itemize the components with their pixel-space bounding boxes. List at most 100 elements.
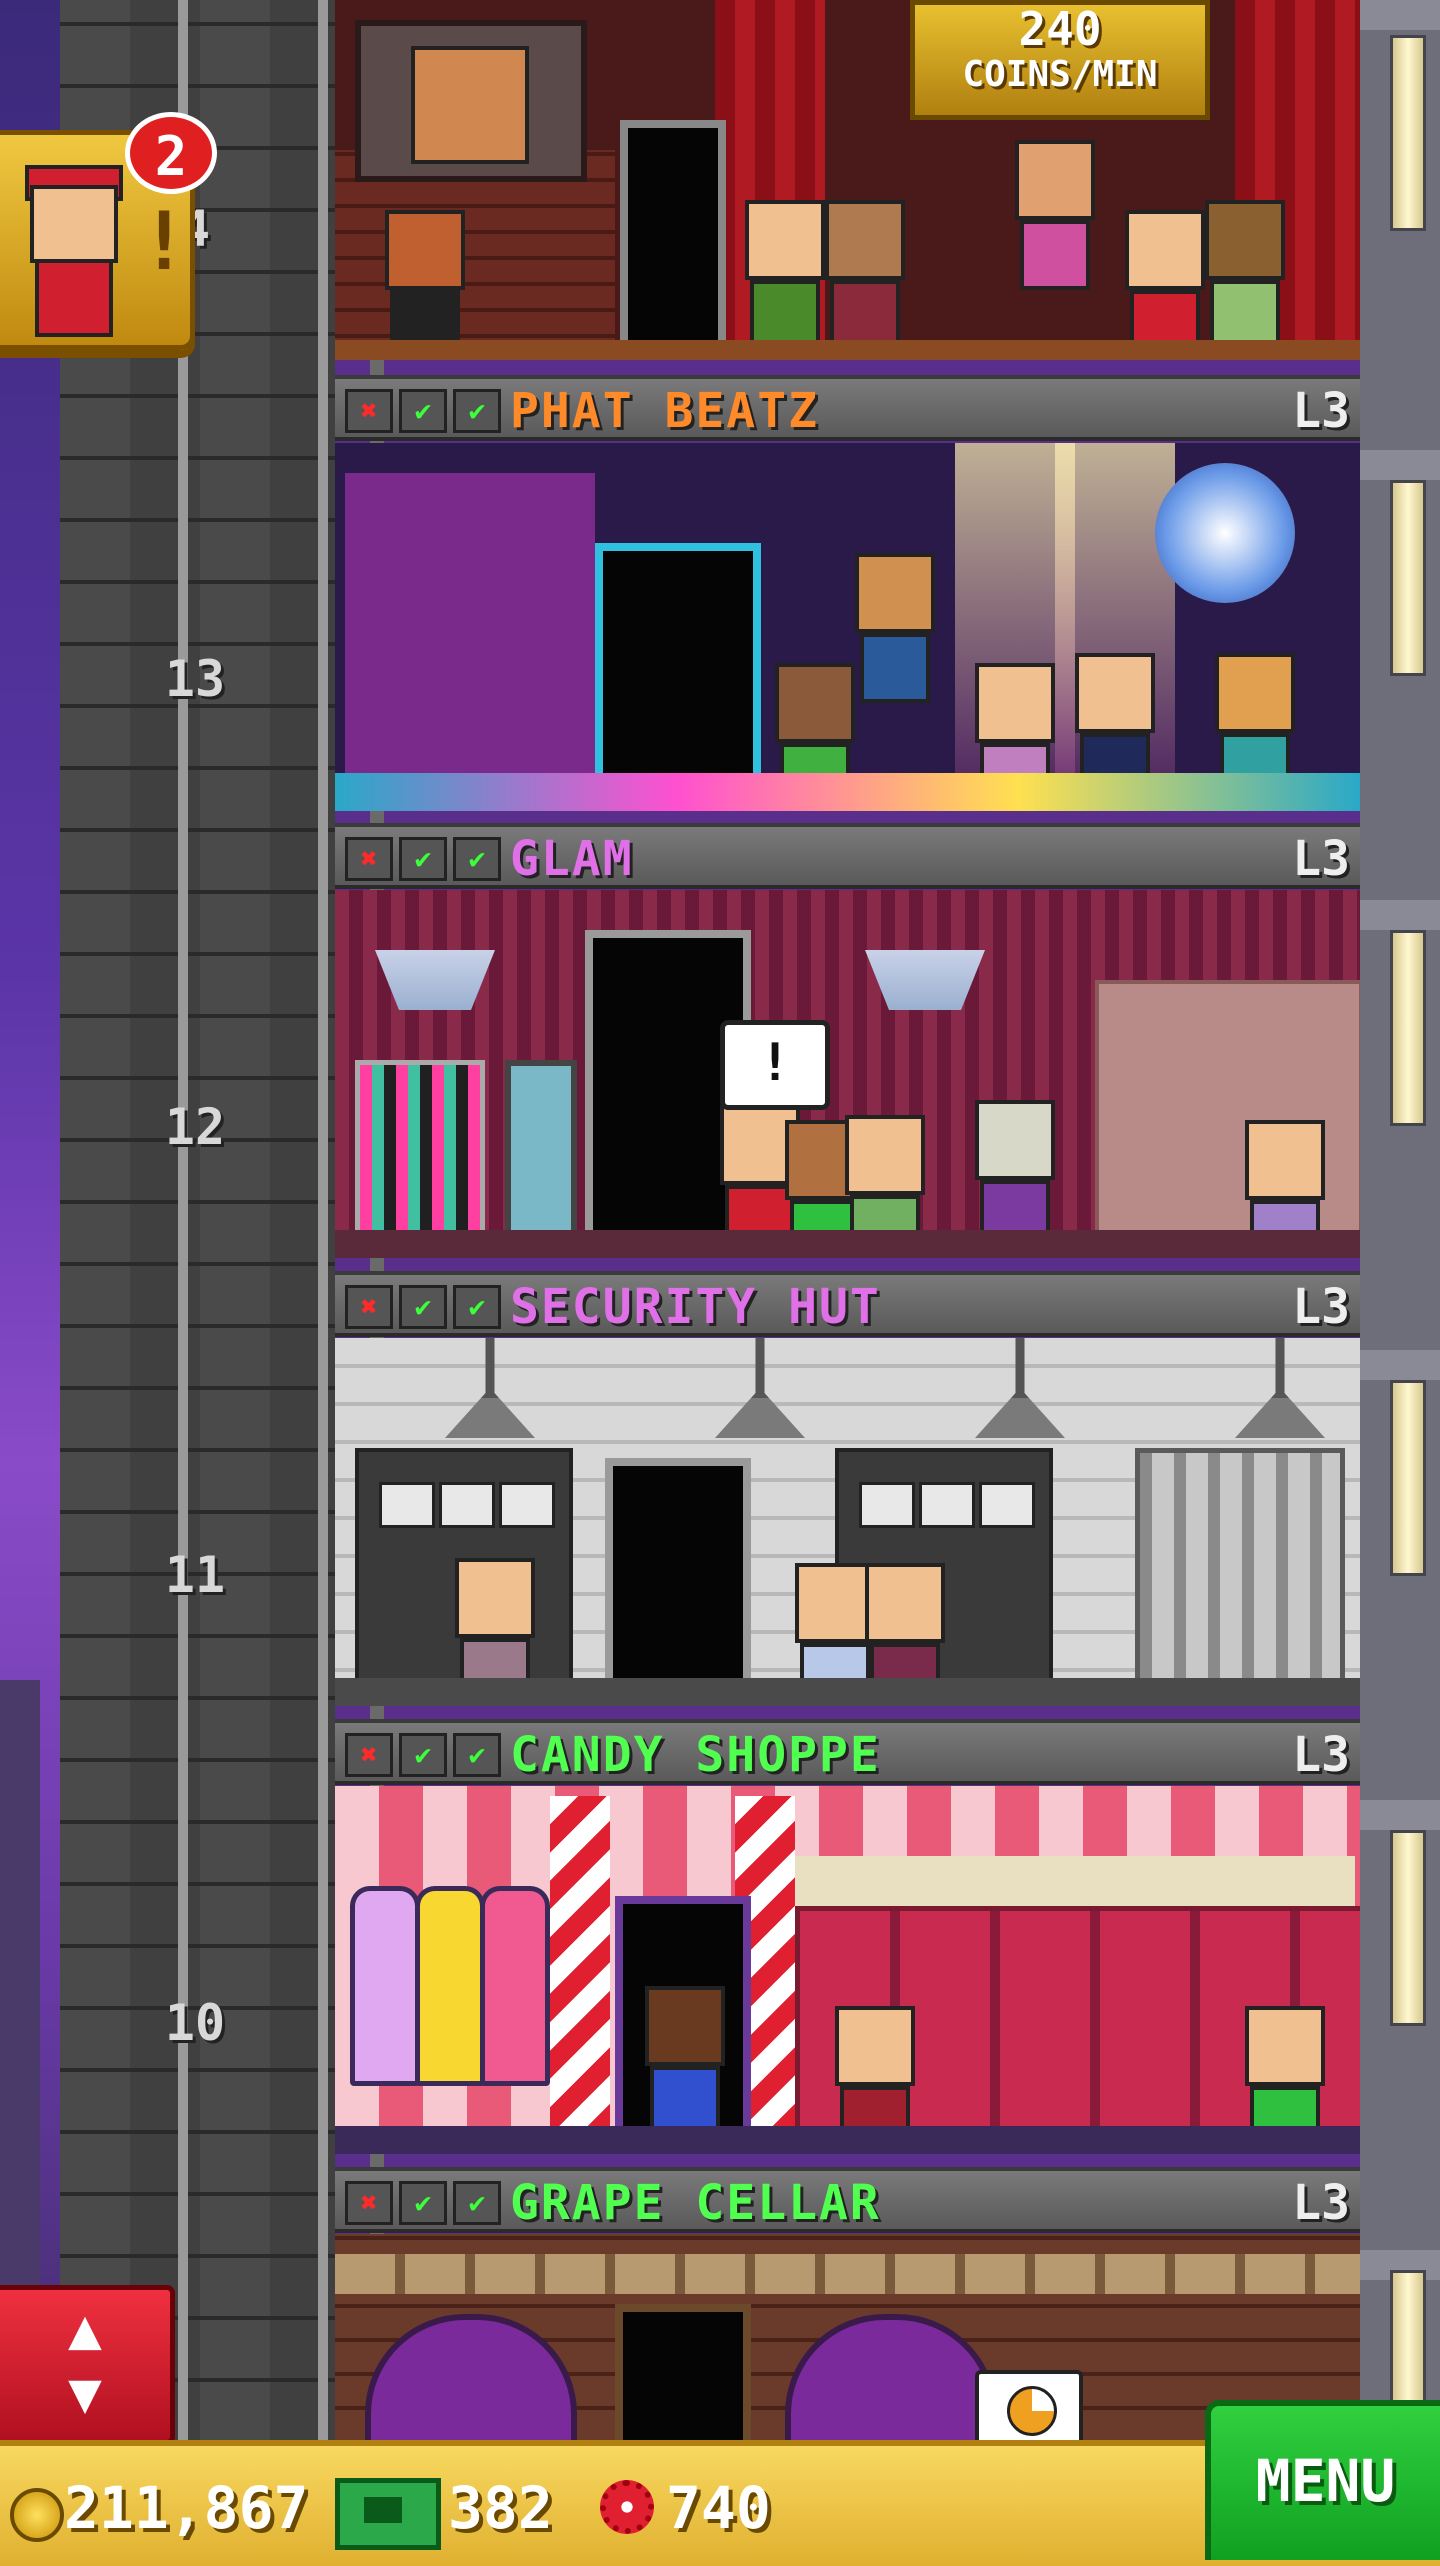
disco-ball [1155, 463, 1295, 603]
out-of-stock-icon: ✖ [345, 2181, 393, 2225]
bitizen[interactable] [825, 200, 905, 350]
tower-bux-count: 382 [448, 2474, 553, 2542]
stock-indicators: ✖ ✔ ✔ [345, 837, 501, 881]
elevator-up-arrow-icon: ▲ [68, 2297, 102, 2362]
floor-level: L3 [1292, 2175, 1350, 2231]
in-stock-icon: ✔ [399, 1285, 447, 1329]
floor-number: 11 [164, 1546, 226, 1604]
room-door [605, 1458, 751, 1694]
floor-name: GLAM [510, 831, 634, 887]
in-stock-icon: ✔ [453, 1733, 501, 1777]
floor-room-candy-shoppe[interactable] [335, 1786, 1360, 2154]
dance-floor [335, 773, 1360, 811]
coins-rate-value: 240 [1018, 2, 1102, 56]
restock-timer-bubble[interactable] [975, 2370, 1083, 2448]
window [1390, 1830, 1426, 2026]
bitizen[interactable] [745, 200, 825, 350]
elevator-down-arrow-icon: ▼ [68, 2361, 102, 2426]
in-stock-icon: ✔ [399, 2181, 447, 2225]
wooden-beam [335, 2254, 1360, 2294]
bitizen[interactable] [1125, 210, 1205, 360]
floor-name: PHAT BEATZ [510, 383, 819, 439]
wall-portrait [355, 20, 587, 182]
ceiling-lamp [445, 1338, 535, 1438]
shaft-rail [318, 0, 328, 2440]
in-stock-icon: ✔ [453, 389, 501, 433]
menu-button[interactable]: MENU [1205, 2400, 1440, 2560]
in-stock-icon: ✔ [453, 837, 501, 881]
stock-indicators: ✖ ✔ ✔ [345, 1285, 501, 1329]
floor-header-security-hut[interactable]: ✖ ✔ ✔ SECURITY HUT L3 [335, 1271, 1360, 1337]
room-door [620, 120, 726, 356]
clown-bitizen[interactable] [645, 1986, 725, 2136]
in-stock-icon: ✔ [453, 2181, 501, 2225]
floor-header-candy-shoppe[interactable]: ✖ ✔ ✔ CANDY SHOPPE L3 [335, 1719, 1360, 1785]
room-door [595, 543, 761, 789]
stock-indicators: ✖ ✔ ✔ [345, 2181, 501, 2225]
coins-rate-unit: COINS/MIN [962, 54, 1158, 95]
in-stock-icon: ✔ [399, 389, 447, 433]
tower-bux-icon [335, 2478, 441, 2550]
floor-number: 10 [164, 1994, 226, 2052]
bitizen[interactable] [1015, 140, 1095, 290]
ceiling-lamp [715, 1338, 805, 1438]
notification-badge: 2 [125, 112, 217, 194]
candy-jar [350, 1886, 420, 2086]
room-floor [335, 2126, 1360, 2154]
floor-header-grape-cellar[interactable]: ✖ ✔ ✔ GRAPE CELLAR L3 [335, 2167, 1360, 2233]
floor-level: L3 [1292, 383, 1350, 439]
wine-arch [785, 2314, 997, 2440]
elevator-button[interactable]: ▲ ▼ [0, 2285, 175, 2445]
room-door [615, 2304, 751, 2440]
floor-name: GRAPE CELLAR [510, 2175, 881, 2231]
wine-arch [365, 2314, 577, 2440]
out-of-stock-icon: ✖ [345, 389, 393, 433]
floor-level: L3 [1292, 831, 1350, 887]
floor-name: SECURITY HUT [510, 1279, 881, 1335]
dj-counter [345, 473, 595, 773]
room-floor [335, 1230, 1360, 1258]
bitizen[interactable] [1205, 200, 1285, 350]
shaft-rail [178, 0, 188, 2440]
gear-icon [600, 2480, 654, 2534]
floor-header-phat-beatz[interactable]: ✖ ✔ ✔ PHAT BEATZ L3 [335, 375, 1360, 441]
floor-header-glam[interactable]: ✖ ✔ ✔ GLAM L3 [335, 823, 1360, 889]
room-floor [335, 1678, 1360, 1706]
candy-jar [415, 1886, 485, 2086]
gear-count: 740 [666, 2474, 771, 2542]
coins-per-minute-sign: 240 COINS/MIN [910, 0, 1210, 120]
speech-bubble[interactable]: ! [720, 1020, 830, 1110]
tower-outer-wall [1360, 0, 1440, 2440]
bitizen[interactable] [975, 1100, 1055, 1250]
jail-cell [1135, 1448, 1345, 1688]
coins-count: 211,867 [64, 2474, 309, 2542]
stock-indicators: ✖ ✔ ✔ [345, 1733, 501, 1777]
ceiling-lamp [1235, 1338, 1325, 1438]
stock-indicators: ✖ ✔ ✔ [345, 389, 501, 433]
bitizen[interactable] [855, 553, 935, 703]
floor-room-security-hut[interactable] [335, 1338, 1360, 1706]
window [1390, 1380, 1426, 1576]
mirror [505, 1060, 577, 1242]
floor-room-theater[interactable]: 240 COINS/MIN [335, 0, 1360, 360]
out-of-stock-icon: ✖ [345, 837, 393, 881]
chandelier [865, 950, 985, 1010]
floor-room-phat-beatz[interactable] [335, 443, 1360, 811]
candy-jar [480, 1886, 550, 2086]
window [1390, 480, 1426, 676]
out-of-stock-icon: ✖ [345, 1285, 393, 1329]
pie-timer-icon [1007, 2386, 1057, 2436]
in-stock-icon: ✔ [399, 1733, 447, 1777]
in-stock-icon: ✔ [453, 1285, 501, 1329]
coin-icon [10, 2488, 64, 2542]
in-stock-icon: ✔ [399, 837, 447, 881]
floor-room-glam[interactable]: ! [335, 890, 1360, 1258]
out-of-stock-icon: ✖ [345, 1733, 393, 1777]
portrait-face [411, 46, 529, 164]
elevator-shaft[interactable] [60, 0, 384, 2440]
chandelier [375, 950, 495, 1010]
floor-name: CANDY SHOPPE [510, 1727, 881, 1783]
stage-floor [335, 340, 1360, 360]
floor-number: 13 [164, 650, 226, 708]
bitizen[interactable] [385, 210, 465, 360]
